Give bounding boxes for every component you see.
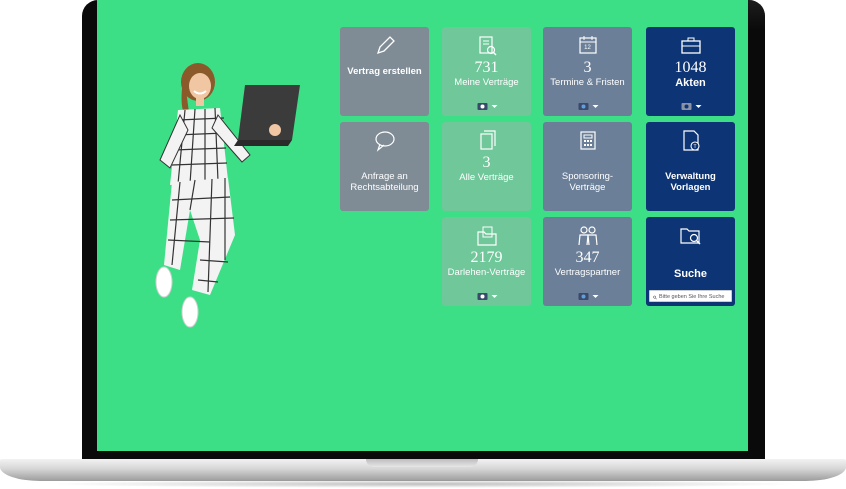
- tile-label: Termine & Fristen: [550, 77, 625, 88]
- tile-label: Sponsoring-Verträge: [561, 171, 614, 193]
- chevron-down-icon: [491, 294, 497, 298]
- chevron-down-icon: [592, 294, 598, 298]
- calendar-icon: 12: [575, 33, 601, 59]
- tile-akten[interactable]: 1048 Akten: [646, 27, 735, 116]
- tile-count: 3: [482, 154, 491, 171]
- camera-icon: [477, 293, 487, 300]
- tile-verwaltung-vorlagen[interactable]: T Verwaltung Vorlagen: [646, 122, 735, 211]
- template-document-icon: T: [678, 128, 704, 154]
- tile-count: 1048: [674, 59, 707, 76]
- tile-count: 3: [583, 59, 592, 76]
- camera-icon: [681, 103, 691, 110]
- tile-count: 731: [474, 59, 499, 76]
- tile-vertragspartner[interactable]: 347 Vertragspartner: [543, 217, 632, 306]
- tile-meine-vertraege[interactable]: 731 Meine Verträge: [442, 27, 531, 116]
- tile-vertrag-erstellen[interactable]: Vertrag erstellen: [340, 27, 429, 116]
- chevron-down-icon: [695, 104, 701, 108]
- camera-icon: [578, 293, 588, 300]
- laptop-shadow: [40, 480, 806, 488]
- laptop-base-notch: [366, 459, 478, 467]
- folder-document-icon: [474, 223, 500, 249]
- tile-label: Anfrage an Rechtsabteilung: [350, 171, 419, 193]
- tile-anfrage-rechtsabteilung[interactable]: Anfrage an Rechtsabteilung: [340, 122, 429, 211]
- tile-suche[interactable]: Suche: [646, 217, 735, 306]
- tile-label: Suche: [673, 268, 707, 280]
- camera-icon: [477, 103, 487, 110]
- folder-search-icon: [678, 223, 704, 249]
- briefcase-icon: [678, 33, 704, 59]
- tile-label: Verwaltung Vorlagen: [665, 171, 716, 193]
- search-input[interactable]: [659, 294, 729, 300]
- tile-darlehen-vertraege[interactable]: 2179 Darlehen-Verträge: [442, 217, 531, 306]
- camera-dropdown[interactable]: [577, 291, 598, 301]
- person-with-laptop-illustration: [155, 63, 300, 328]
- tile-alle-vertraege[interactable]: 3 Alle Verträge: [442, 122, 531, 211]
- chevron-down-icon: [491, 104, 497, 108]
- search-field[interactable]: [649, 290, 732, 302]
- people-icon: [575, 223, 601, 249]
- tile-count: 347: [575, 249, 600, 266]
- document-search-icon: [474, 33, 500, 59]
- camera-dropdown[interactable]: [577, 101, 598, 111]
- tile-label: Vertrag erstellen: [347, 65, 422, 77]
- speech-bubble-icon: [372, 128, 398, 154]
- tile-count: 2179: [470, 249, 503, 266]
- calendar-day: 12: [584, 45, 591, 51]
- camera-dropdown[interactable]: [680, 101, 701, 111]
- screen: Vertrag erstellen 731 Meine Verträge 12 …: [97, 0, 748, 451]
- tile-label: Meine Verträge: [454, 77, 519, 88]
- documents-icon: [474, 128, 500, 154]
- search-icon: [653, 295, 657, 299]
- camera-icon: [578, 103, 588, 110]
- tile-label: Darlehen-Verträge: [447, 267, 526, 278]
- calculator-icon: [575, 128, 601, 154]
- tile-sponsoring-vertraege[interactable]: Sponsoring-Verträge: [543, 122, 632, 211]
- tile-termine-fristen[interactable]: 12 3 Termine & Fristen: [543, 27, 632, 116]
- camera-dropdown[interactable]: [476, 101, 497, 111]
- tile-label: Alle Verträge: [459, 172, 514, 183]
- tile-label: Vertragspartner: [554, 267, 621, 278]
- chevron-down-icon: [592, 104, 598, 108]
- tile-label: Akten: [675, 77, 706, 89]
- svg-text:T: T: [693, 144, 696, 150]
- camera-dropdown[interactable]: [476, 291, 497, 301]
- pencil-icon: [372, 33, 398, 59]
